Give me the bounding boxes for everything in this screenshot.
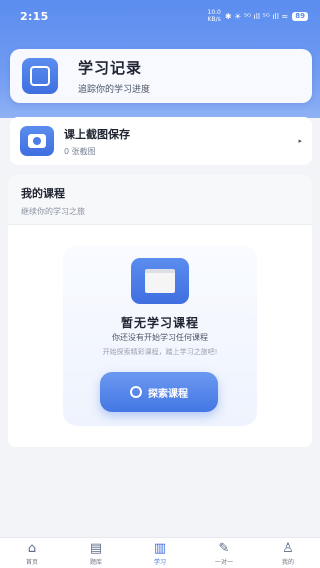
status-time: 2:15 xyxy=(20,9,49,23)
my-courses-title: 我的课程 xyxy=(21,187,65,200)
tab-label: 学习 xyxy=(153,558,166,566)
tab-label: 一对一 xyxy=(214,558,233,566)
page-title: 学习记录 xyxy=(78,59,143,77)
tab-home[interactable]: ⌂ 首页 xyxy=(0,538,64,568)
network-speed-value: 10.0 xyxy=(207,9,221,16)
explore-courses-label: 探索课程 xyxy=(148,388,188,400)
my-courses-header: 我的课程 继续你的学习之旅 xyxy=(8,175,312,225)
tab-label: 题库 xyxy=(89,558,102,566)
empty-state: 暂无学习课程 你还没有开始学习任何课程 开始探索精彩课程，踏上学习之旅吧! 探索… xyxy=(63,246,257,426)
empty-title: 暂无学习课程 xyxy=(120,316,199,330)
study-icon: ▥ xyxy=(153,540,167,556)
camera-icon xyxy=(20,126,54,156)
network-speed-unit: KB/s xyxy=(207,16,221,23)
record-icon xyxy=(22,58,58,94)
explore-courses-button[interactable]: 探索课程 xyxy=(100,372,218,412)
bottom-tab-bar: ⌂ 首页 ▤ 题库 ▥ 学习 ✎ 一对一 ♙ 我的 xyxy=(0,537,320,568)
tab-me[interactable]: ♙ 我的 xyxy=(256,538,320,568)
page-subtitle: 追踪你的学习进度 xyxy=(78,85,151,95)
tab-one-on-one[interactable]: ✎ 一对一 xyxy=(192,538,256,568)
network-speed: 10.0 KB/s xyxy=(208,9,221,23)
chevron-right-icon: ▸ xyxy=(298,137,302,145)
status-indicators: 10.0 KB/s ✱ ☀ ⁵ᴳ ıll ⁵ᴳ ıll ≈ 89 xyxy=(208,9,308,23)
signal-icon: ✱ ☀ ⁵ᴳ ıll ⁵ᴳ ıll ≈ xyxy=(224,11,289,21)
empty-subtitle: 你还没有开始学习任何课程 xyxy=(112,333,208,342)
my-courses-subtitle: 继续你的学习之旅 xyxy=(21,207,85,216)
study-record-header: 学习记录 追踪你的学习进度 xyxy=(10,49,312,103)
empty-course-icon xyxy=(131,258,189,304)
home-icon: ⌂ xyxy=(27,540,37,556)
user-icon: ♙ xyxy=(282,540,294,556)
battery-icon: 89 xyxy=(292,11,308,21)
tab-question-bank[interactable]: ▤ 题库 xyxy=(64,538,128,568)
compass-icon xyxy=(130,386,142,398)
status-bar: 2:15 10.0 KB/s ✱ ☀ ⁵ᴳ ıll ⁵ᴳ ıll ≈ 89 xyxy=(0,0,320,32)
book-icon: ▤ xyxy=(89,540,103,556)
screenshots-count: 0 张截图 xyxy=(64,146,96,156)
screenshots-title: 课上截图保存 xyxy=(64,127,130,141)
tab-label: 首页 xyxy=(25,558,38,566)
tab-label: 我的 xyxy=(281,558,294,566)
tab-study[interactable]: ▥ 学习 xyxy=(128,538,192,568)
edit-icon: ✎ xyxy=(218,540,230,556)
class-screenshots-item[interactable]: 课上截图保存 0 张截图 ▸ xyxy=(10,117,312,165)
empty-hint: 开始探索精彩课程，踏上学习之旅吧! xyxy=(102,348,218,356)
my-courses-card: 我的课程 继续你的学习之旅 暂无学习课程 你还没有开始学习任何课程 开始探索精彩… xyxy=(8,175,312,447)
